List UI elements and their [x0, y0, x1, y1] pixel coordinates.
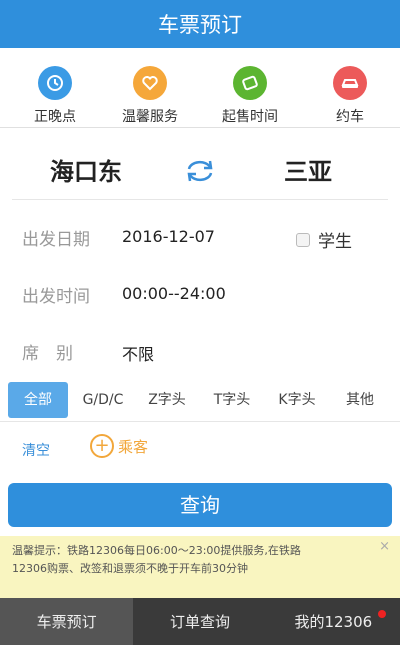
passenger-row: 清空 + 乘客 [0, 428, 400, 468]
tab-label: 我的12306 [294, 613, 373, 631]
add-passenger-button[interactable]: + 乘客 [90, 434, 148, 458]
quick-item-label: 正晚点 [34, 109, 76, 125]
time-row[interactable]: 出发时间 00:00--24:00 [0, 262, 400, 319]
station-selector: 海口东 三亚 [12, 128, 388, 200]
seat-row[interactable]: 席 别 不限 [0, 319, 400, 376]
date-value[interactable]: 2016-12-07 [122, 227, 215, 246]
car-icon [333, 66, 367, 100]
from-station[interactable]: 海口东 [50, 152, 122, 187]
tab-my-12306[interactable]: 我的12306 [267, 598, 400, 645]
ticket-icon [233, 66, 267, 100]
add-passenger-label: 乘客 [118, 437, 149, 456]
time-label: 出发时间 [22, 287, 90, 307]
bottom-tab-bar: 车票预订 订单查询 我的12306 [0, 598, 400, 645]
train-type-other[interactable]: 其他 [333, 382, 387, 418]
time-value[interactable]: 00:00--24:00 [122, 284, 226, 303]
notice-banner: 温馨提示：铁路12306每日06:00～23:00提供服务,在铁路 12306购… [0, 536, 400, 598]
swap-stations-icon[interactable] [183, 158, 217, 188]
notice-line: 12306购票、改签和退票须不晚于开车前30分钟 [12, 562, 248, 575]
quick-item-label: 起售时间 [222, 109, 278, 125]
quick-item-label: 温馨服务 [122, 109, 178, 125]
train-type-all[interactable]: 全部 [8, 382, 68, 418]
seat-value[interactable]: 不限 [122, 341, 154, 365]
app-header: 车票预订 [0, 0, 400, 48]
clock-icon [38, 66, 72, 100]
query-button[interactable]: 查询 [8, 483, 392, 527]
quick-item-label: 约车 [336, 109, 364, 125]
heart-icon [133, 66, 167, 100]
student-label: 学生 [318, 232, 352, 252]
clear-passengers-link[interactable]: 清空 [22, 440, 50, 460]
seat-label: 席 别 [22, 344, 73, 364]
train-type-k[interactable]: K字头 [268, 382, 326, 418]
plus-icon: + [90, 434, 114, 458]
train-type-filter: 全部 G/D/C Z字头 T字头 K字头 其他 [0, 378, 400, 422]
quick-item-service[interactable]: 温馨服务 [105, 66, 195, 126]
train-type-gdc[interactable]: G/D/C [74, 382, 132, 418]
quick-menu: 正晚点 温馨服务 起售时间 约车 [0, 48, 400, 128]
page-title: 车票预订 [158, 13, 242, 37]
tab-label: 车票预订 [36, 613, 97, 631]
notification-badge [377, 610, 386, 618]
notice-line: 温馨提示：铁路12306每日06:00～23:00提供服务,在铁路 [12, 544, 301, 557]
student-checkbox[interactable]: 学生 [296, 227, 352, 252]
quick-item-delay[interactable]: 正晚点 [10, 66, 100, 126]
close-icon[interactable]: × [379, 538, 390, 556]
quick-item-car[interactable]: 约车 [305, 66, 395, 126]
quick-item-sale-time[interactable]: 起售时间 [205, 66, 295, 126]
date-label: 出发日期 [22, 230, 90, 250]
train-type-z[interactable]: Z字头 [138, 382, 196, 418]
train-type-t[interactable]: T字头 [203, 382, 261, 418]
tab-label: 订单查询 [169, 613, 230, 631]
to-station[interactable]: 三亚 [284, 152, 332, 187]
tab-ticket-booking[interactable]: 车票预订 [0, 598, 134, 645]
date-row[interactable]: 出发日期 2016-12-07 学生 [0, 205, 400, 262]
tab-order-query[interactable]: 订单查询 [133, 598, 266, 645]
checkbox-box[interactable] [296, 232, 310, 247]
